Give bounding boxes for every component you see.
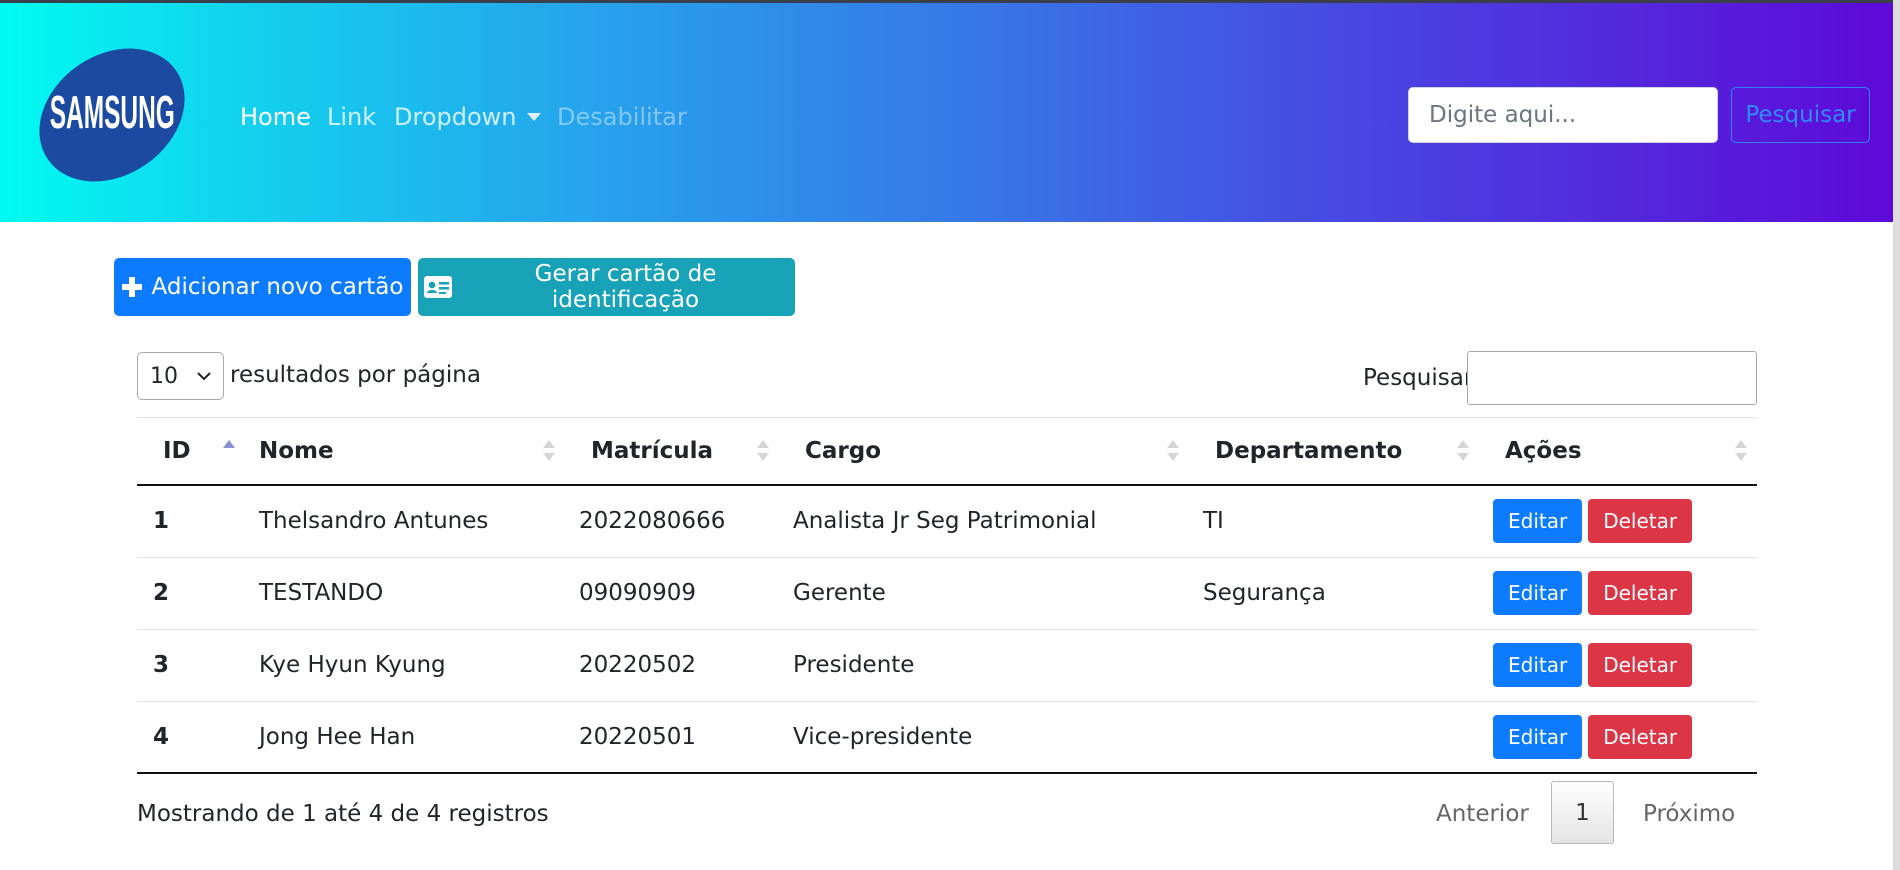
- caret-down-icon: [526, 113, 541, 121]
- table-row: 1 Thelsandro Antunes 2022080666 Analista…: [137, 485, 1757, 558]
- table-search-input[interactable]: [1467, 351, 1757, 405]
- edit-button[interactable]: Editar: [1493, 571, 1583, 615]
- cell-acoes: Editar Deletar: [1479, 629, 1757, 702]
- plus-icon: [121, 277, 142, 297]
- generate-id-card-button[interactable]: Gerar cartão de identificação: [418, 258, 795, 316]
- column-header-nome[interactable]: Nome: [245, 418, 565, 486]
- add-card-label: Adicionar novo cartão: [151, 274, 404, 300]
- delete-button[interactable]: Deletar: [1588, 643, 1693, 687]
- cell-cargo: Analista Jr Seg Patrimonial: [779, 485, 1189, 558]
- page-length-select[interactable]: 10: [137, 352, 224, 400]
- cell-matricula: 20220502: [565, 629, 779, 702]
- cell-nome: Jong Hee Han: [245, 701, 565, 774]
- sort-ascending-icon: [223, 440, 235, 462]
- nav-link-disabled: Desabilitar: [557, 103, 687, 131]
- column-header-matricula[interactable]: Matrícula: [565, 418, 779, 486]
- cell-nome: Kye Hyun Kyung: [245, 629, 565, 702]
- table-header-row: ID Nome Matrícula Cargo Departamento Açõ…: [137, 418, 1757, 486]
- table-search-label: Pesquisar: [1363, 365, 1474, 391]
- column-header-cargo[interactable]: Cargo: [779, 418, 1189, 486]
- cell-acoes: Editar Deletar: [1479, 701, 1757, 774]
- cell-acoes: Editar Deletar: [1479, 557, 1757, 630]
- cell-id: 3: [137, 629, 245, 702]
- cell-departamento: [1189, 629, 1479, 702]
- cell-departamento: Segurança: [1189, 557, 1479, 630]
- delete-button[interactable]: Deletar: [1588, 571, 1693, 615]
- navbar-search-button[interactable]: Pesquisar: [1731, 87, 1870, 143]
- cell-id: 2: [137, 557, 245, 630]
- edit-button[interactable]: Editar: [1493, 499, 1583, 544]
- id-card-icon: [424, 276, 452, 298]
- sort-icon: [757, 440, 769, 462]
- nav-dropdown-label: Dropdown: [394, 103, 517, 131]
- cell-id: 1: [137, 485, 245, 558]
- nav-dropdown-toggle[interactable]: Dropdown: [394, 101, 541, 133]
- cell-cargo: Vice-presidente: [779, 701, 1189, 774]
- cell-departamento: TI: [1189, 485, 1479, 558]
- delete-button[interactable]: Deletar: [1588, 499, 1693, 544]
- cell-matricula: 09090909: [565, 557, 779, 630]
- cell-id: 4: [137, 701, 245, 774]
- nav-link-link[interactable]: Link: [327, 101, 376, 133]
- delete-button[interactable]: Deletar: [1588, 714, 1693, 759]
- table-row: 3 Kye Hyun Kyung 20220502 Presidente Edi…: [137, 629, 1757, 702]
- add-card-button[interactable]: Adicionar novo cartão: [114, 258, 411, 316]
- sort-icon: [1167, 440, 1179, 462]
- cell-cargo: Presidente: [779, 629, 1189, 702]
- cell-cargo: Gerente: [779, 557, 1189, 630]
- samsung-logo[interactable]: SAMSUNG: [28, 31, 196, 199]
- navbar-search-input[interactable]: [1408, 87, 1718, 143]
- edit-button[interactable]: Editar: [1493, 643, 1583, 687]
- generate-card-label: Gerar cartão de identificação: [534, 261, 717, 313]
- cell-departamento: [1189, 701, 1479, 774]
- svg-text:SAMSUNG: SAMSUNG: [50, 87, 175, 138]
- table-row: 2 TESTANDO 09090909 Gerente Segurança Ed…: [137, 557, 1757, 630]
- table-row: 4 Jong Hee Han 20220501 Vice-presidente …: [137, 701, 1757, 774]
- cell-matricula: 20220501: [565, 701, 779, 774]
- cell-acoes: Editar Deletar: [1479, 485, 1757, 558]
- column-header-departamento[interactable]: Departamento: [1189, 418, 1479, 486]
- page-scrollbar[interactable]: [1893, 0, 1900, 870]
- cell-nome: TESTANDO: [245, 557, 565, 630]
- cards-table: ID Nome Matrícula Cargo Departamento Açõ…: [137, 418, 1757, 774]
- page-length-value: 10: [150, 363, 178, 389]
- cell-nome: Thelsandro Antunes: [245, 485, 565, 558]
- nav-link-home[interactable]: Home: [240, 101, 311, 133]
- sort-icon: [543, 440, 555, 462]
- sort-icon: [1735, 440, 1747, 462]
- column-header-acoes[interactable]: Ações: [1479, 418, 1757, 486]
- top-navbar: SAMSUNG Home Link Dropdown Desabilitar P…: [0, 3, 1893, 222]
- pagination-previous[interactable]: Anterior: [1436, 801, 1529, 827]
- pagination-page-1[interactable]: 1: [1551, 781, 1614, 844]
- chevron-down-icon: [197, 372, 211, 381]
- page-length-label: resultados por página: [230, 362, 481, 388]
- cell-matricula: 2022080666: [565, 485, 779, 558]
- sort-icon: [1457, 440, 1469, 462]
- column-header-id[interactable]: ID: [137, 418, 245, 486]
- table-info: Mostrando de 1 até 4 de 4 registros: [137, 801, 549, 827]
- edit-button[interactable]: Editar: [1493, 714, 1583, 759]
- pagination-next[interactable]: Próximo: [1643, 801, 1735, 827]
